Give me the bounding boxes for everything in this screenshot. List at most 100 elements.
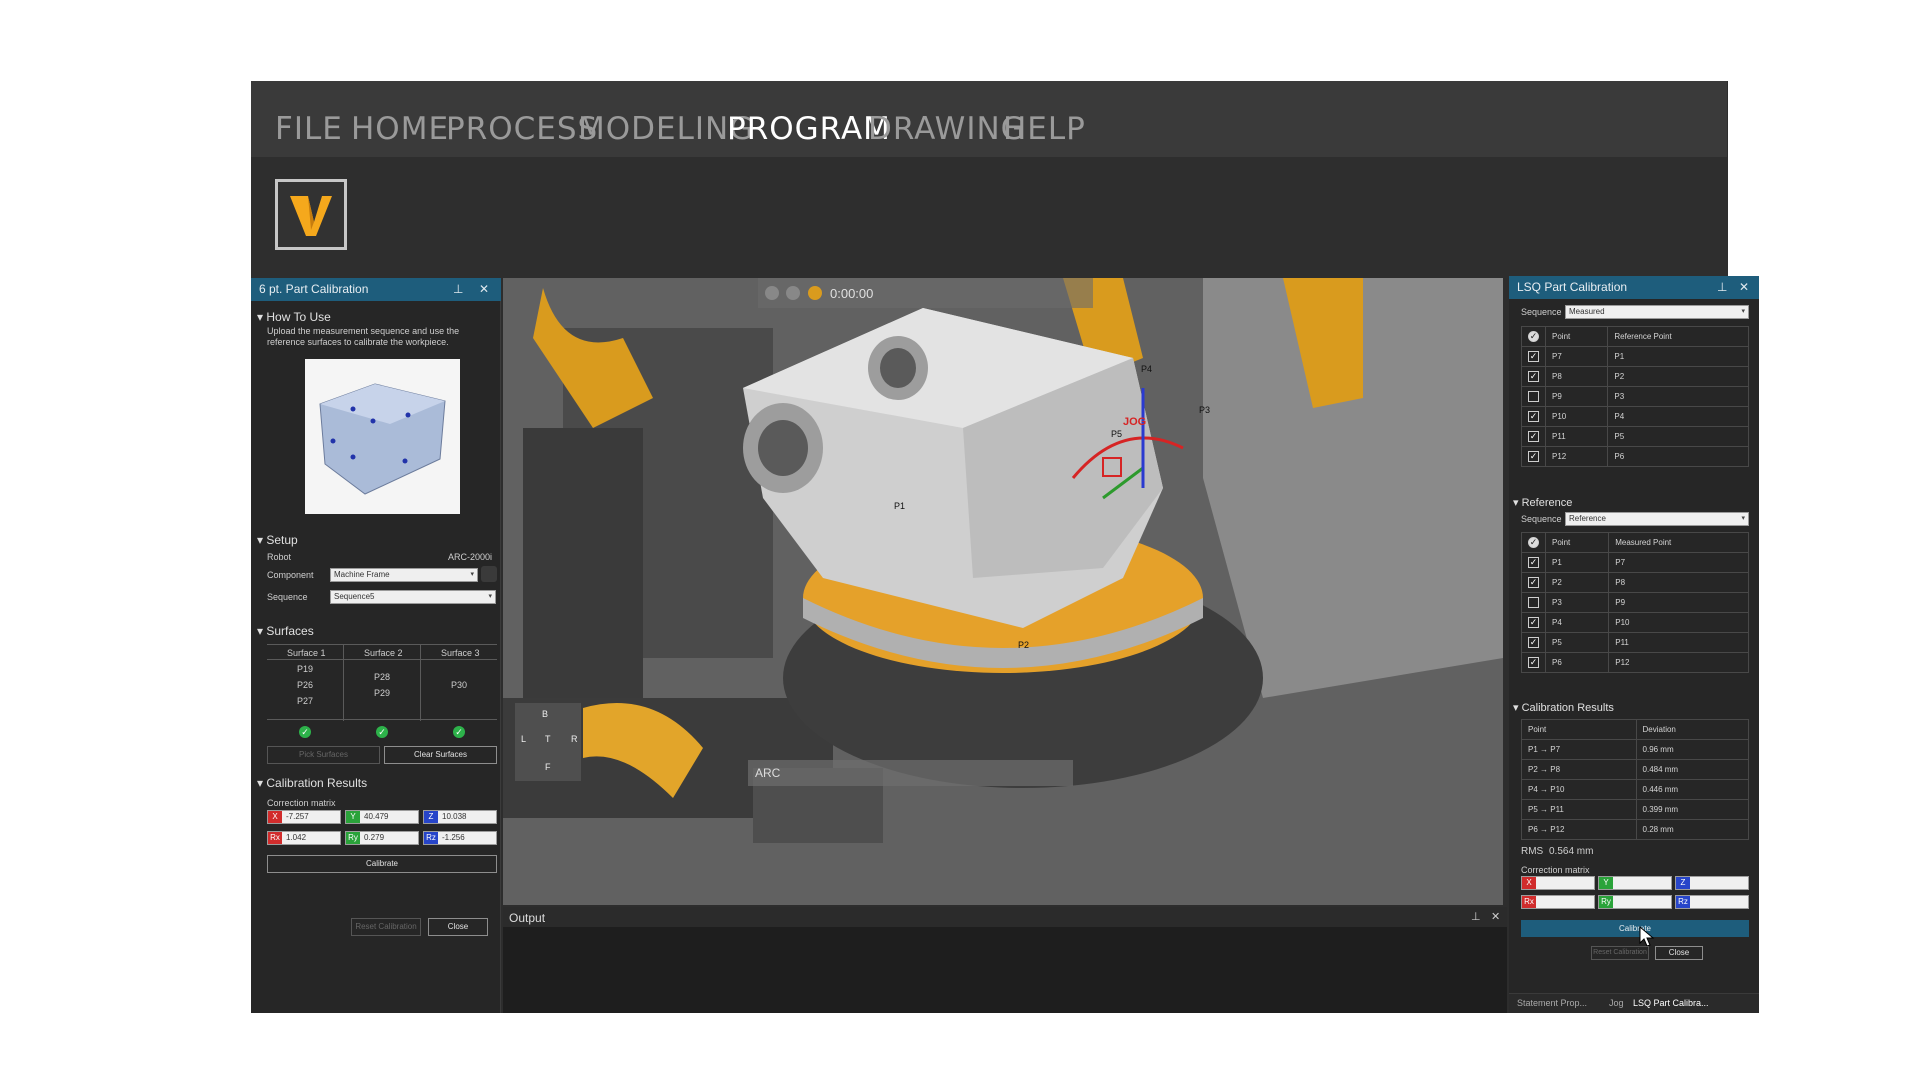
cell-measured: P10 xyxy=(1608,612,1749,633)
select-all-header[interactable]: ✓ xyxy=(1521,326,1546,347)
close-icon[interactable]: ✕ xyxy=(1491,910,1500,923)
section-setup[interactable]: ▾ Setup xyxy=(257,533,298,547)
component-select[interactable]: Machine Frame ▾ xyxy=(330,568,478,582)
close-button[interactable]: Close xyxy=(428,918,488,936)
pin-icon[interactable]: ⊥ xyxy=(453,278,463,301)
pick-surfaces-button[interactable]: Pick Surfaces xyxy=(267,746,380,764)
calibrate-button[interactable]: Calibrate xyxy=(267,855,497,873)
matrix-rx-field[interactable]: Rx xyxy=(1521,895,1595,909)
checkbox-checked[interactable]: ✓ xyxy=(1528,657,1539,668)
tab-jog[interactable]: Jog xyxy=(1609,998,1624,1008)
table-row[interactable]: ✓ P8 P2 xyxy=(1521,366,1749,387)
select-all-header[interactable]: ✓ xyxy=(1521,532,1546,553)
matrix-z-field[interactable]: Z xyxy=(1675,876,1749,890)
close-button[interactable]: Close xyxy=(1655,946,1703,960)
section-how-to-use[interactable]: ▾ How To Use xyxy=(257,310,331,324)
menu-file[interactable]: FILE xyxy=(275,111,343,147)
matrix-ry-field[interactable]: Ry xyxy=(1598,895,1672,909)
checkbox-checked[interactable]: ✓ xyxy=(1528,371,1539,382)
table-row[interactable]: P3 P9 xyxy=(1521,592,1749,613)
matrix-rx-field[interactable]: Rx 1.042 xyxy=(267,831,341,845)
ry-axis-badge: Ry xyxy=(346,832,360,844)
menu-process[interactable]: PROCESS xyxy=(446,111,598,147)
table-header: ✓ Point Reference Point xyxy=(1521,326,1749,347)
view-cube-right[interactable]: R xyxy=(571,734,578,744)
view-cube-top[interactable]: T xyxy=(545,734,551,744)
cell-point: P5 → P11 xyxy=(1521,799,1637,820)
close-icon[interactable]: ✕ xyxy=(479,278,489,301)
view-cube-front[interactable]: F xyxy=(545,762,551,772)
sequence-label: Sequence xyxy=(1521,514,1562,524)
matrix-z-field[interactable]: Z 10.038 xyxy=(423,810,497,824)
arc-tool-label[interactable]: ARC xyxy=(755,766,780,780)
matrix-x-field[interactable]: X -7.257 xyxy=(267,810,341,824)
point-label: P2 xyxy=(1018,640,1030,650)
checkbox-checked[interactable]: ✓ xyxy=(1528,557,1539,568)
pin-icon[interactable]: ⊥ xyxy=(1717,276,1727,299)
app-logo-icon[interactable] xyxy=(275,179,347,250)
section-surfaces[interactable]: ▾ Surfaces xyxy=(257,624,314,638)
reference-sequence-select[interactable]: Reference ▾ xyxy=(1565,512,1749,526)
matrix-y-field[interactable]: Y 40.479 xyxy=(345,810,419,824)
table-row[interactable]: ✓ P7 P1 xyxy=(1521,346,1749,367)
column-header: Reference Point xyxy=(1607,326,1749,347)
table-row[interactable]: ✓ P12 P6 xyxy=(1521,446,1749,467)
close-icon[interactable]: ✕ xyxy=(1739,276,1749,299)
matrix-rz-field[interactable]: Rz xyxy=(1675,895,1749,909)
table-row[interactable]: ✓ P10 P4 xyxy=(1521,406,1749,427)
menu-help[interactable]: HELP xyxy=(1003,111,1086,147)
checkbox-unchecked[interactable] xyxy=(1528,391,1539,402)
checkbox-checked[interactable]: ✓ xyxy=(1528,637,1539,648)
table-row[interactable]: ✓ P4 P10 xyxy=(1521,612,1749,633)
calibrate-button[interactable]: Calibrate xyxy=(1521,920,1749,937)
menu-program[interactable]: PROGRAM xyxy=(727,111,891,147)
3d-viewport[interactable]: 0:00:00 B L T R F P1 P2 P3 P4 P5 JOG ARC xyxy=(503,278,1503,905)
table-row[interactable]: ✓ P2 P8 xyxy=(1521,572,1749,593)
reset-calibration-button[interactable]: Reset Calibration xyxy=(351,918,421,936)
pick-component-icon[interactable] xyxy=(481,566,497,582)
sequence-select[interactable]: Sequence5 ▾ xyxy=(330,590,496,604)
point-label: P4 xyxy=(1141,364,1153,374)
divider xyxy=(343,645,344,721)
correction-matrix-label: Correction matrix xyxy=(267,798,336,808)
view-cube-back[interactable]: B xyxy=(542,709,548,719)
checkbox-checked[interactable]: ✓ xyxy=(1528,411,1539,422)
cell-point: P2 → P8 xyxy=(1521,759,1637,780)
section-calibration-results[interactable]: ▾ Calibration Results xyxy=(257,776,367,790)
checkbox-checked[interactable]: ✓ xyxy=(1528,351,1539,362)
matrix-y-field[interactable]: Y xyxy=(1598,876,1672,890)
matrix-ry-field[interactable]: Ry 0.279 xyxy=(345,831,419,845)
table-row[interactable]: ✓ P5 P11 xyxy=(1521,632,1749,653)
measured-sequence-select[interactable]: Measured ▾ xyxy=(1565,305,1749,319)
reset-calibration-button[interactable]: Reset Calibration xyxy=(1591,946,1649,960)
pin-icon[interactable]: ⊥ xyxy=(1471,910,1481,923)
matrix-value: -7.257 xyxy=(286,812,309,821)
play-icon[interactable] xyxy=(808,286,822,300)
section-calibration-results[interactable]: ▾ Calibration Results xyxy=(1513,701,1614,714)
view-cube-left[interactable]: L xyxy=(521,734,526,744)
component-label: Component xyxy=(267,570,314,580)
section-label: Surfaces xyxy=(266,624,314,638)
table-row: P4 → P10 0.446 mm xyxy=(1521,779,1750,800)
table-row[interactable]: ✓ P6 P12 xyxy=(1521,652,1749,673)
matrix-rz-field[interactable]: Rz -1.256 xyxy=(423,831,497,845)
menu-home[interactable]: HOME xyxy=(351,111,449,147)
clear-surfaces-button[interactable]: Clear Surfaces xyxy=(384,746,497,764)
checkbox-unchecked[interactable] xyxy=(1528,597,1539,608)
rewind-icon[interactable] xyxy=(786,286,800,300)
tab-lsq-part-calibration[interactable]: LSQ Part Calibra... xyxy=(1633,998,1709,1008)
table-row[interactable]: ✓ P11 P5 xyxy=(1521,426,1749,447)
surface-header: Surface 1 xyxy=(287,648,326,658)
checkbox-checked[interactable]: ✓ xyxy=(1528,617,1539,628)
checkbox-checked[interactable]: ✓ xyxy=(1528,577,1539,588)
checkbox-checked[interactable]: ✓ xyxy=(1528,431,1539,442)
section-reference[interactable]: ▾ Reference xyxy=(1513,496,1572,509)
table-row[interactable]: ✓ P1 P7 xyxy=(1521,552,1749,573)
sequence-value: Sequence5 xyxy=(334,592,375,601)
tab-statement-properties[interactable]: Statement Prop... xyxy=(1517,998,1587,1008)
checkbox-checked[interactable]: ✓ xyxy=(1528,451,1539,462)
settings-icon[interactable] xyxy=(765,286,779,300)
robot-label: Robot xyxy=(267,552,292,562)
table-row[interactable]: P9 P3 xyxy=(1521,386,1749,407)
matrix-x-field[interactable]: X xyxy=(1521,876,1595,890)
